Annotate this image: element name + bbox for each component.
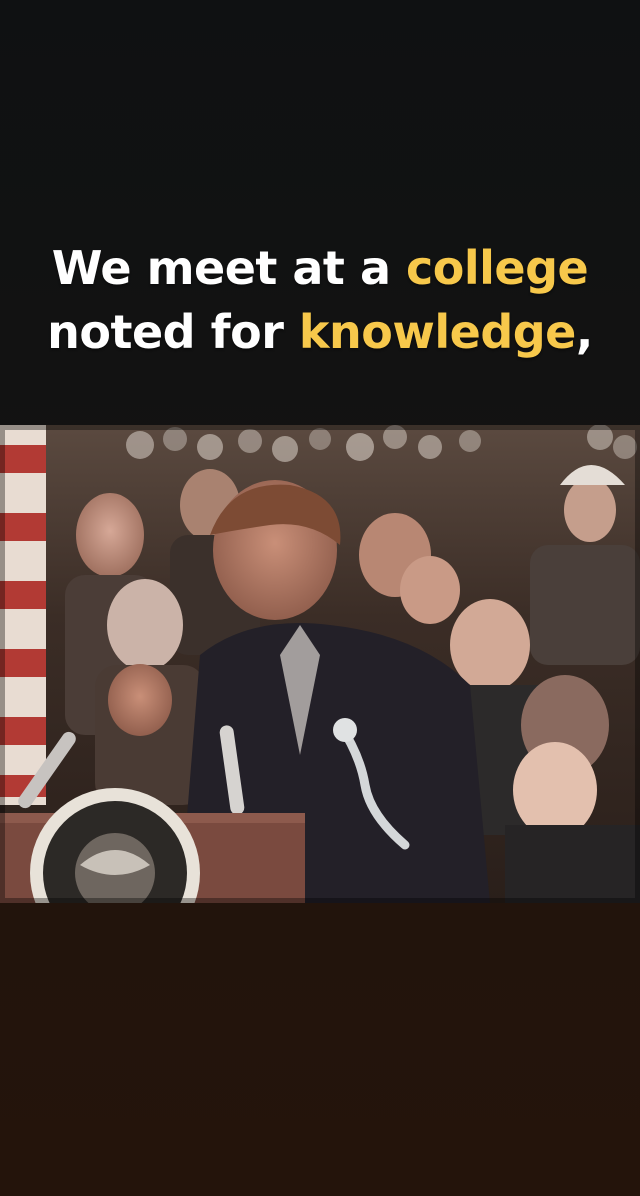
- caption-line-1: We meet at a college: [0, 236, 640, 300]
- caption-text: ,: [575, 305, 593, 359]
- bottom-letterbox: [0, 903, 640, 1196]
- speech-scene-image: [0, 425, 640, 903]
- video-frame[interactable]: [0, 425, 640, 903]
- caption-text: noted for: [47, 305, 299, 359]
- caption-highlight-word: knowledge: [298, 305, 576, 359]
- caption-text: We meet at a: [51, 241, 406, 295]
- caption-highlight-word: college: [406, 241, 589, 295]
- subtitle-caption: We meet at a college noted for knowledge…: [0, 236, 640, 364]
- caption-line-2: noted for knowledge,: [0, 300, 640, 364]
- american-flag-icon: [0, 425, 46, 805]
- video-player-screen[interactable]: We meet at a college noted for knowledge…: [0, 0, 640, 1196]
